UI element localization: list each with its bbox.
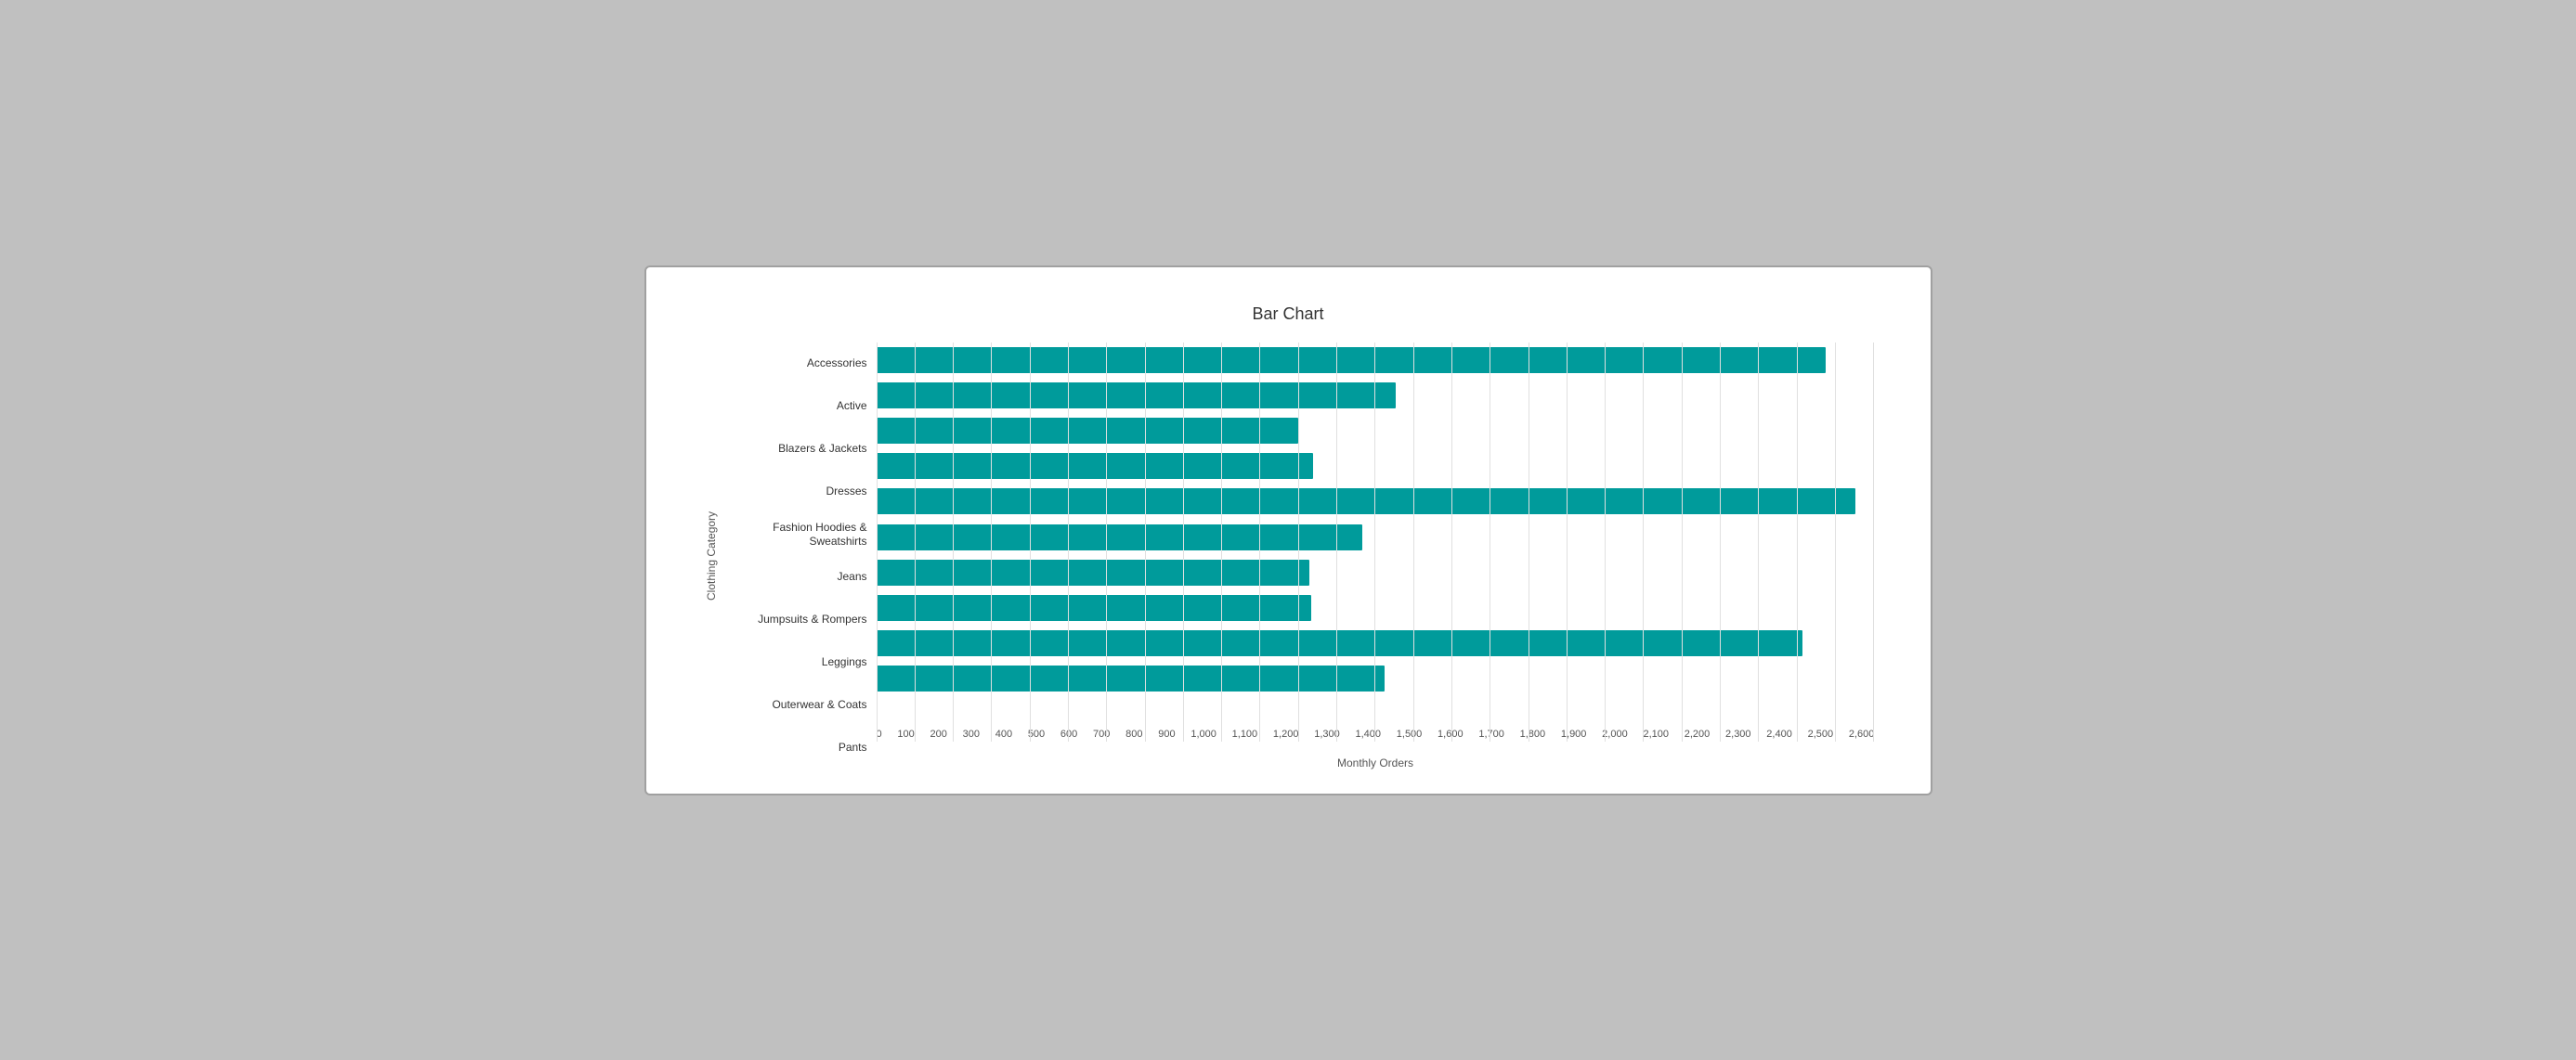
x-tick: 1,400 <box>1355 729 1381 740</box>
bar-row <box>877 345 1875 375</box>
x-axis: 0 100 200 300 400 500 600 700 800 900 1,000 1,100 1,… <box>877 725 1875 753</box>
x-tick: 400 <box>995 729 1012 740</box>
bar <box>877 666 1386 692</box>
y-category-label: Leggings <box>728 646 867 679</box>
x-tick: 700 <box>1093 729 1110 740</box>
x-tick: 2,000 <box>1602 729 1628 740</box>
x-tick: 200 <box>930 729 946 740</box>
x-tick: 1,200 <box>1273 729 1299 740</box>
y-categories: Accessories Active Blazers & Jackets Dresse… <box>728 343 877 769</box>
x-tick: 2,300 <box>1725 729 1751 740</box>
x-tick: 2,100 <box>1643 729 1669 740</box>
x-tick: 1,100 <box>1232 729 1258 740</box>
bar-row <box>877 381 1875 410</box>
chart-area: Clothing Category Accessories Active Blaze… <box>702 343 1875 769</box>
bar <box>877 418 1298 444</box>
bar <box>877 382 1397 408</box>
bar-row <box>877 558 1875 588</box>
bar-row <box>877 664 1875 693</box>
y-category-label: Dresses <box>728 475 867 509</box>
x-tick: 600 <box>1060 729 1077 740</box>
bar <box>877 595 1312 621</box>
x-tick: 2,500 <box>1808 729 1834 740</box>
bar-row <box>877 486 1875 516</box>
x-tick: 1,000 <box>1190 729 1216 740</box>
bar <box>877 453 1314 479</box>
x-tick: 900 <box>1158 729 1175 740</box>
x-tick: 500 <box>1028 729 1045 740</box>
bars-wrapper <box>877 343 1875 725</box>
x-axis-label: Monthly Orders <box>877 756 1875 769</box>
bar-row <box>877 451 1875 481</box>
y-category-label: Fashion Hoodies & Sweatshirts <box>728 518 867 551</box>
x-tick: 1,300 <box>1314 729 1340 740</box>
y-category-label: Pants <box>728 731 867 765</box>
bar-row <box>877 593 1875 623</box>
x-tick: 1,800 <box>1520 729 1546 740</box>
bar-row <box>877 628 1875 658</box>
x-tick: 1,600 <box>1438 729 1464 740</box>
x-tick: 2,200 <box>1685 729 1711 740</box>
x-tick: 1,500 <box>1397 729 1423 740</box>
chart-container: Bar Chart Clothing Category AccessoriesA… <box>644 265 1932 795</box>
bar <box>877 560 1310 586</box>
bar-row <box>877 523 1875 552</box>
bars-area: 0 100 200 300 400 500 600 700 800 900 1,000 1,100 1,… <box>877 343 1875 769</box>
bar-row <box>877 416 1875 446</box>
bar <box>877 488 1856 514</box>
x-tick: 2,400 <box>1766 729 1792 740</box>
x-tick: 1,700 <box>1478 729 1504 740</box>
bar <box>877 347 1826 373</box>
y-category-label: Blazers & Jackets <box>728 433 867 466</box>
bar <box>877 630 1803 656</box>
x-tick: 100 <box>897 729 914 740</box>
y-axis-label: Clothing Category <box>702 343 721 769</box>
y-category-label: Jeans <box>728 561 867 594</box>
chart-title: Bar Chart <box>702 304 1875 324</box>
x-tick: 300 <box>963 729 980 740</box>
x-tick: 1,900 <box>1561 729 1587 740</box>
y-category-label: Accessories <box>728 347 867 381</box>
x-tick: 0 <box>877 729 882 740</box>
y-category-label: Active <box>728 390 867 423</box>
y-category-label: Jumpsuits & Rompers <box>728 603 867 637</box>
x-tick: 2,600 <box>1849 729 1875 740</box>
y-category-label: Outerwear & Coats <box>728 689 867 722</box>
bar <box>877 524 1362 550</box>
x-tick: 800 <box>1125 729 1142 740</box>
